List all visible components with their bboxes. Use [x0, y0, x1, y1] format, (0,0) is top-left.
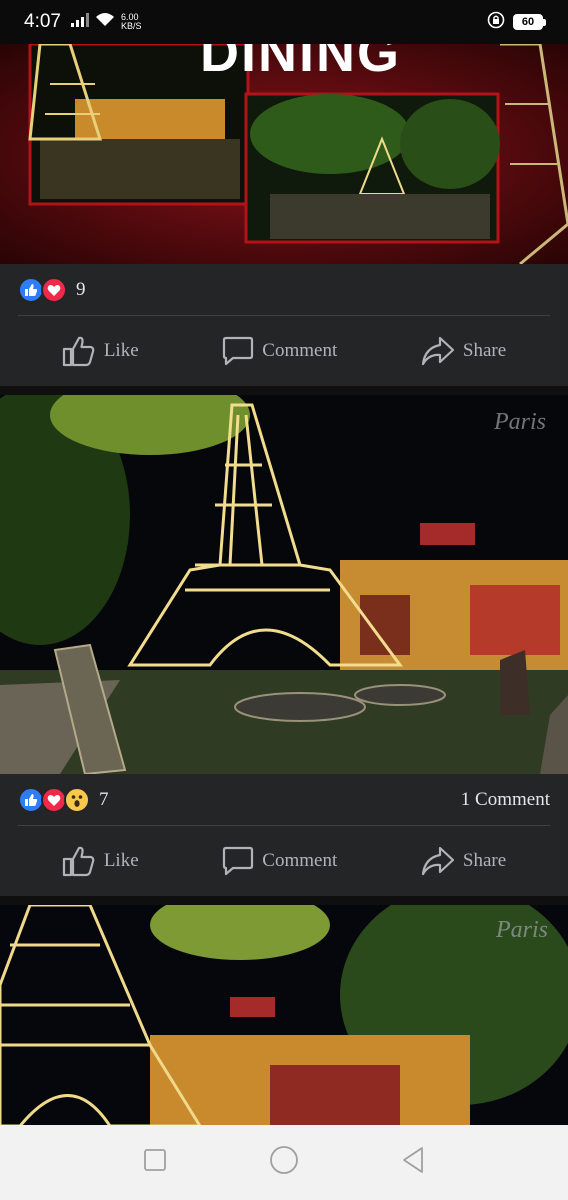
- recent-apps-icon: [143, 1148, 167, 1177]
- back-icon: [400, 1146, 426, 1179]
- battery-icon: 60: [513, 14, 546, 30]
- thumbs-up-icon: [62, 335, 96, 367]
- share-icon: [421, 846, 455, 876]
- post-1-image[interactable]: DINING: [0, 44, 568, 264]
- post-3-watermark: Paris: [495, 917, 548, 943]
- recent-apps-button[interactable]: [135, 1143, 175, 1183]
- post-2-reaction-count[interactable]: 7: [99, 789, 109, 811]
- post-1-reaction-icons[interactable]: [18, 277, 67, 303]
- post-2-actions-bar: Like Comment Share: [0, 826, 568, 896]
- post-2-reactions-bar[interactable]: 7 1 Comment: [0, 774, 568, 826]
- thumbs-up-icon: [62, 845, 96, 877]
- post-2-comment-button[interactable]: Comment: [222, 846, 337, 876]
- status-right-icons: 60: [487, 11, 546, 34]
- post-2-like-button[interactable]: Like: [62, 845, 139, 877]
- network-speed-unit: KB/S: [120, 21, 142, 31]
- wow-reaction-icon: [64, 787, 90, 813]
- post-2-comment-count[interactable]: 1 Comment: [461, 789, 550, 811]
- status-left-icons: 6.00 KB/S: [70, 12, 142, 32]
- rotation-lock-icon: [487, 11, 505, 34]
- love-reaction-icon: [41, 277, 67, 303]
- post-2: Paris 7 1 Comment Like Comment Share: [0, 395, 568, 896]
- post-1-share-button[interactable]: Share: [421, 336, 506, 366]
- back-button[interactable]: [393, 1143, 433, 1183]
- post-2-share-button[interactable]: Share: [421, 846, 506, 876]
- signal-icon: [70, 12, 89, 32]
- divider: [18, 315, 550, 316]
- post-1-comment-button[interactable]: Comment: [222, 336, 337, 366]
- like-label: Like: [103, 850, 139, 871]
- share-label: Share: [462, 850, 507, 871]
- comment-icon: [222, 336, 254, 366]
- post-separator: [0, 896, 568, 905]
- post-2-reaction-icons[interactable]: [18, 787, 90, 813]
- network-speed: 6.00 KB/S: [121, 13, 142, 31]
- system-navigation-bar: [0, 1125, 568, 1200]
- divider: [18, 825, 550, 826]
- status-bar: 4:07 6.00 KB/S 60: [0, 0, 568, 44]
- comment-icon: [222, 846, 254, 876]
- post-1-reaction-count[interactable]: 9: [76, 279, 86, 301]
- post-3-image[interactable]: Paris: [0, 905, 568, 1125]
- post-1-actions-bar: Like Comment Share: [0, 316, 568, 386]
- post-1-like-button[interactable]: Like: [62, 335, 139, 367]
- news-feed[interactable]: DINING 9 Like Comment Share Paris 7 1 Co…: [0, 44, 568, 1125]
- like-label: Like: [103, 340, 139, 361]
- post-2-watermark: Paris: [493, 409, 546, 435]
- comment-label: Comment: [262, 340, 338, 361]
- wifi-icon: [95, 12, 115, 32]
- post-1-banner-text: DINING: [200, 44, 401, 83]
- status-time: 4:07: [24, 11, 61, 32]
- share-icon: [421, 336, 455, 366]
- battery-tip: [543, 18, 546, 26]
- post-1-reactions-bar[interactable]: 9: [0, 264, 568, 316]
- post-separator: [0, 386, 568, 395]
- home-button[interactable]: [264, 1143, 304, 1183]
- post-1: DINING 9 Like Comment Share: [0, 44, 568, 386]
- comment-label: Comment: [262, 850, 338, 871]
- post-2-image[interactable]: Paris: [0, 395, 568, 774]
- share-label: Share: [462, 340, 507, 361]
- post-3: Paris: [0, 905, 568, 1125]
- home-icon: [269, 1145, 299, 1180]
- battery-level: 60: [513, 14, 543, 30]
